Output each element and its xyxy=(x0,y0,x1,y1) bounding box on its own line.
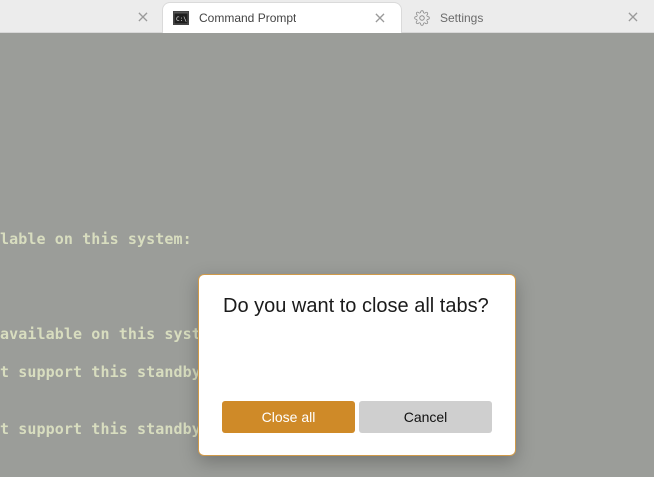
terminal-line: t support this standby xyxy=(0,420,201,438)
close-tab-icon[interactable]: × xyxy=(626,9,640,25)
tab-title: Settings xyxy=(440,10,484,25)
cmd-icon: C:\ xyxy=(173,10,189,26)
terminal-line: t support this standby xyxy=(0,363,201,381)
close-all-button[interactable]: Close all xyxy=(222,401,355,433)
close-all-tabs-dialog: Do you want to close all tabs? Close all… xyxy=(198,274,516,456)
window-root: × C:\ Command Prompt × Settings × lable … xyxy=(0,0,654,477)
svg-text:C:\: C:\ xyxy=(176,16,187,23)
terminal-line: lable on this system: xyxy=(0,230,192,248)
terminal-line: available on this syste xyxy=(0,325,211,343)
close-tab-icon[interactable]: × xyxy=(373,10,387,26)
gear-icon xyxy=(414,9,430,26)
tab-settings[interactable]: Settings × xyxy=(406,2,654,33)
dialog-title: Do you want to close all tabs? xyxy=(223,295,489,317)
tab-previous[interactable]: × xyxy=(0,2,158,33)
close-tab-icon[interactable]: × xyxy=(136,9,150,25)
tab-command-prompt[interactable]: C:\ Command Prompt × xyxy=(162,2,402,33)
tab-title: Command Prompt xyxy=(199,11,297,25)
tab-bar: × C:\ Command Prompt × Settings × xyxy=(0,0,654,33)
cancel-button[interactable]: Cancel xyxy=(359,401,492,433)
